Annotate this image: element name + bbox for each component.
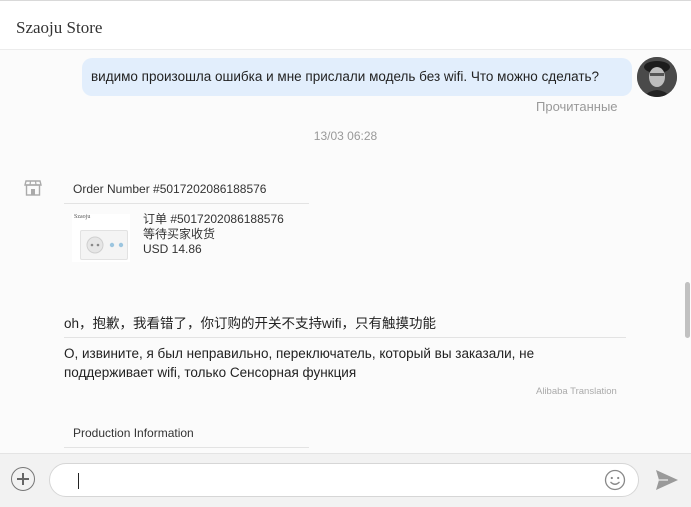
thumbnail-brand: Szaoju	[74, 214, 91, 220]
divider	[64, 337, 626, 338]
chat-header: Szaoju Store	[0, 0, 691, 50]
incoming-message-translation: О, извините, я был неправильно, переключ…	[64, 346, 535, 380]
plus-circle-icon[interactable]	[11, 467, 35, 491]
order-number: Order Number #5017202086188576	[73, 182, 267, 196]
message-list[interactable]: видимо произошла ошибка и мне прислали м…	[0, 50, 691, 453]
message-composer	[0, 453, 691, 507]
divider	[64, 447, 309, 448]
text-caret	[78, 473, 79, 489]
user-avatar[interactable]	[637, 57, 677, 97]
paper-plane-icon[interactable]	[655, 469, 679, 491]
order-info: 订单 #5017202086188576 等待买家收货 USD 14.86	[143, 212, 284, 257]
scrollbar[interactable]	[685, 282, 690, 338]
message-timestamp: 13/03 06:28	[313, 129, 378, 143]
product-card-title: Production Information	[73, 426, 194, 440]
switch-image	[80, 230, 128, 260]
incoming-message-original: oh，抱歉，我看错了，你订购的开关不支持wifi，只有触摸功能	[64, 316, 437, 331]
store-name: Szaoju Store	[16, 18, 103, 37]
message-input[interactable]	[49, 463, 639, 497]
read-status: Прочитанные	[536, 99, 618, 114]
translation-label: Alibaba Translation	[536, 386, 617, 397]
smiley-icon[interactable]	[604, 469, 626, 491]
product-thumbnail[interactable]: Szaoju	[72, 214, 130, 262]
divider	[64, 203, 309, 204]
order-price: USD 14.86	[143, 242, 202, 256]
outgoing-message: видимо произошла ошибка и мне прислали м…	[82, 58, 632, 96]
order-line: 订单 #5017202086188576	[143, 212, 284, 226]
order-status: 等待买家收货	[143, 227, 216, 241]
store-icon	[23, 178, 43, 198]
